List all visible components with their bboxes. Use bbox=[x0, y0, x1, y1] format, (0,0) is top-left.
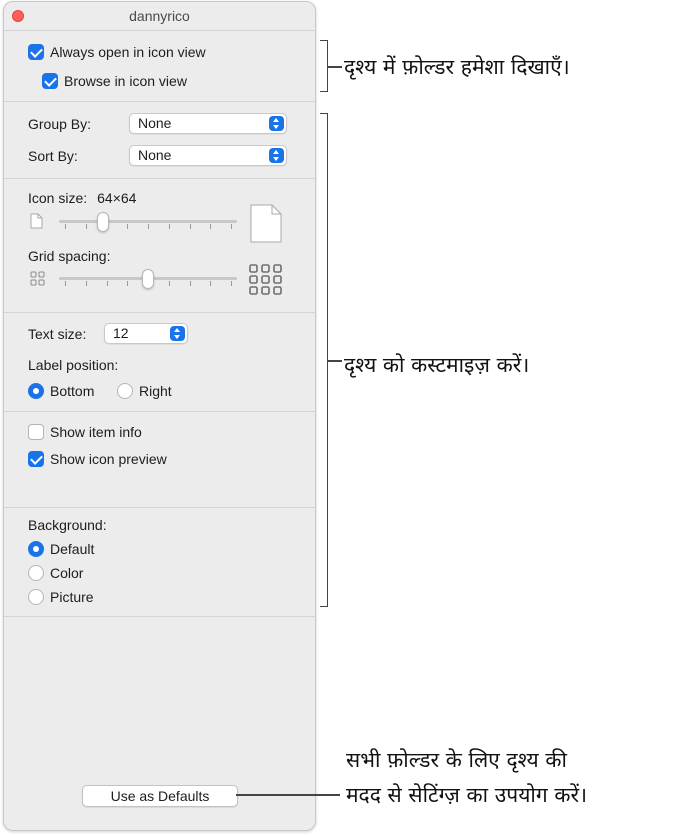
small-document-icon bbox=[30, 213, 43, 229]
slider-tick bbox=[210, 224, 212, 229]
background-color-radio[interactable]: Color bbox=[28, 565, 83, 581]
sort-by-label: Sort By: bbox=[28, 148, 78, 164]
slider-tick bbox=[189, 224, 191, 229]
divider bbox=[4, 312, 315, 313]
divider bbox=[4, 178, 315, 179]
sort-by-select[interactable]: None bbox=[129, 145, 287, 166]
group-by-select[interactable]: None bbox=[129, 113, 287, 134]
wide-grid-icon bbox=[249, 264, 282, 295]
icon-size-value: 64×64 bbox=[97, 190, 137, 206]
window-title: dannyrico bbox=[129, 8, 190, 24]
slider-tick bbox=[231, 224, 232, 229]
background-picture-radio[interactable]: Picture bbox=[28, 589, 94, 605]
slider-tick bbox=[127, 281, 129, 286]
bracket-pointer bbox=[328, 66, 342, 68]
large-document-icon bbox=[250, 204, 282, 243]
annotation-bracket-middle bbox=[320, 113, 342, 607]
divider bbox=[4, 30, 315, 31]
label-position-bottom-radio[interactable]: Bottom bbox=[28, 383, 94, 399]
show-item-info-checkbox[interactable]: Show item info bbox=[28, 424, 142, 440]
slider-tick bbox=[210, 281, 212, 286]
text-size-label: Text size: bbox=[28, 326, 87, 342]
slider-tick bbox=[168, 281, 170, 286]
text-size-select[interactable]: 12 bbox=[104, 323, 188, 344]
checkbox-box[interactable] bbox=[28, 451, 44, 467]
annotation-bracket-top bbox=[320, 40, 342, 92]
slider-tick bbox=[231, 281, 232, 286]
use-as-defaults-button[interactable]: Use as Defaults bbox=[82, 785, 238, 807]
annotation-bottom-line1: सभी फ़ोल्डर के लिए दृश्य की bbox=[346, 748, 567, 772]
checkbox-box[interactable] bbox=[42, 73, 58, 89]
slider-tick bbox=[148, 224, 149, 229]
background-label: Background: bbox=[28, 517, 107, 533]
grid-spacing-label: Grid spacing: bbox=[28, 248, 111, 264]
slider-tick bbox=[85, 224, 87, 229]
slider-tick bbox=[65, 224, 66, 229]
label-position-label: Label position: bbox=[28, 357, 119, 373]
show-icon-preview-checkbox[interactable]: Show icon preview bbox=[28, 451, 167, 467]
divider bbox=[4, 101, 315, 102]
updown-arrows-icon bbox=[170, 326, 185, 341]
group-by-label: Group By: bbox=[28, 116, 92, 132]
always-open-icon-view-checkbox[interactable]: Always open in icon view bbox=[28, 44, 206, 60]
updown-arrows-icon bbox=[269, 116, 284, 131]
slider-tick bbox=[85, 281, 87, 286]
annotation-middle: दृश्य को कस्टमाइज़ करें। bbox=[344, 353, 530, 377]
title-bar: dannyrico bbox=[4, 2, 315, 30]
view-options-window: dannyrico Always open in icon view Brows… bbox=[3, 1, 316, 831]
label-position-right-radio[interactable]: Right bbox=[117, 383, 172, 399]
grid-spacing-slider[interactable] bbox=[59, 269, 237, 289]
radio-button[interactable] bbox=[117, 383, 133, 399]
radio-button[interactable] bbox=[28, 383, 44, 399]
narrow-grid-icon bbox=[30, 271, 45, 286]
slider-tick bbox=[189, 281, 191, 286]
slider-thumb[interactable] bbox=[142, 269, 154, 289]
slider-thumb[interactable] bbox=[97, 212, 110, 232]
divider bbox=[4, 616, 315, 617]
divider bbox=[4, 507, 315, 508]
slider-track bbox=[59, 220, 237, 223]
updown-arrows-icon bbox=[269, 148, 284, 163]
radio-button[interactable] bbox=[28, 589, 44, 605]
divider bbox=[4, 411, 315, 412]
bracket-pointer bbox=[328, 360, 342, 362]
annotation-pointer-line bbox=[236, 794, 340, 796]
slider-tick bbox=[168, 224, 170, 229]
annotation-bottom-line2: मदद से सेटिंग्ज़ का उपयोग करें। bbox=[346, 783, 588, 807]
radio-button[interactable] bbox=[28, 565, 44, 581]
browse-icon-view-checkbox[interactable]: Browse in icon view bbox=[42, 73, 187, 89]
background-default-radio[interactable]: Default bbox=[28, 541, 94, 557]
icon-size-slider[interactable] bbox=[59, 212, 237, 232]
slider-tick bbox=[106, 281, 108, 286]
annotation-top: दृश्य में फ़ोल्डर हमेशा दिखाएँ। bbox=[344, 55, 570, 79]
radio-button[interactable] bbox=[28, 541, 44, 557]
slider-tick bbox=[65, 281, 66, 286]
icon-size-label: Icon size: 64×64 bbox=[28, 190, 137, 206]
checkbox-box[interactable] bbox=[28, 44, 44, 60]
slider-tick bbox=[127, 224, 129, 229]
checkbox-box[interactable] bbox=[28, 424, 44, 440]
